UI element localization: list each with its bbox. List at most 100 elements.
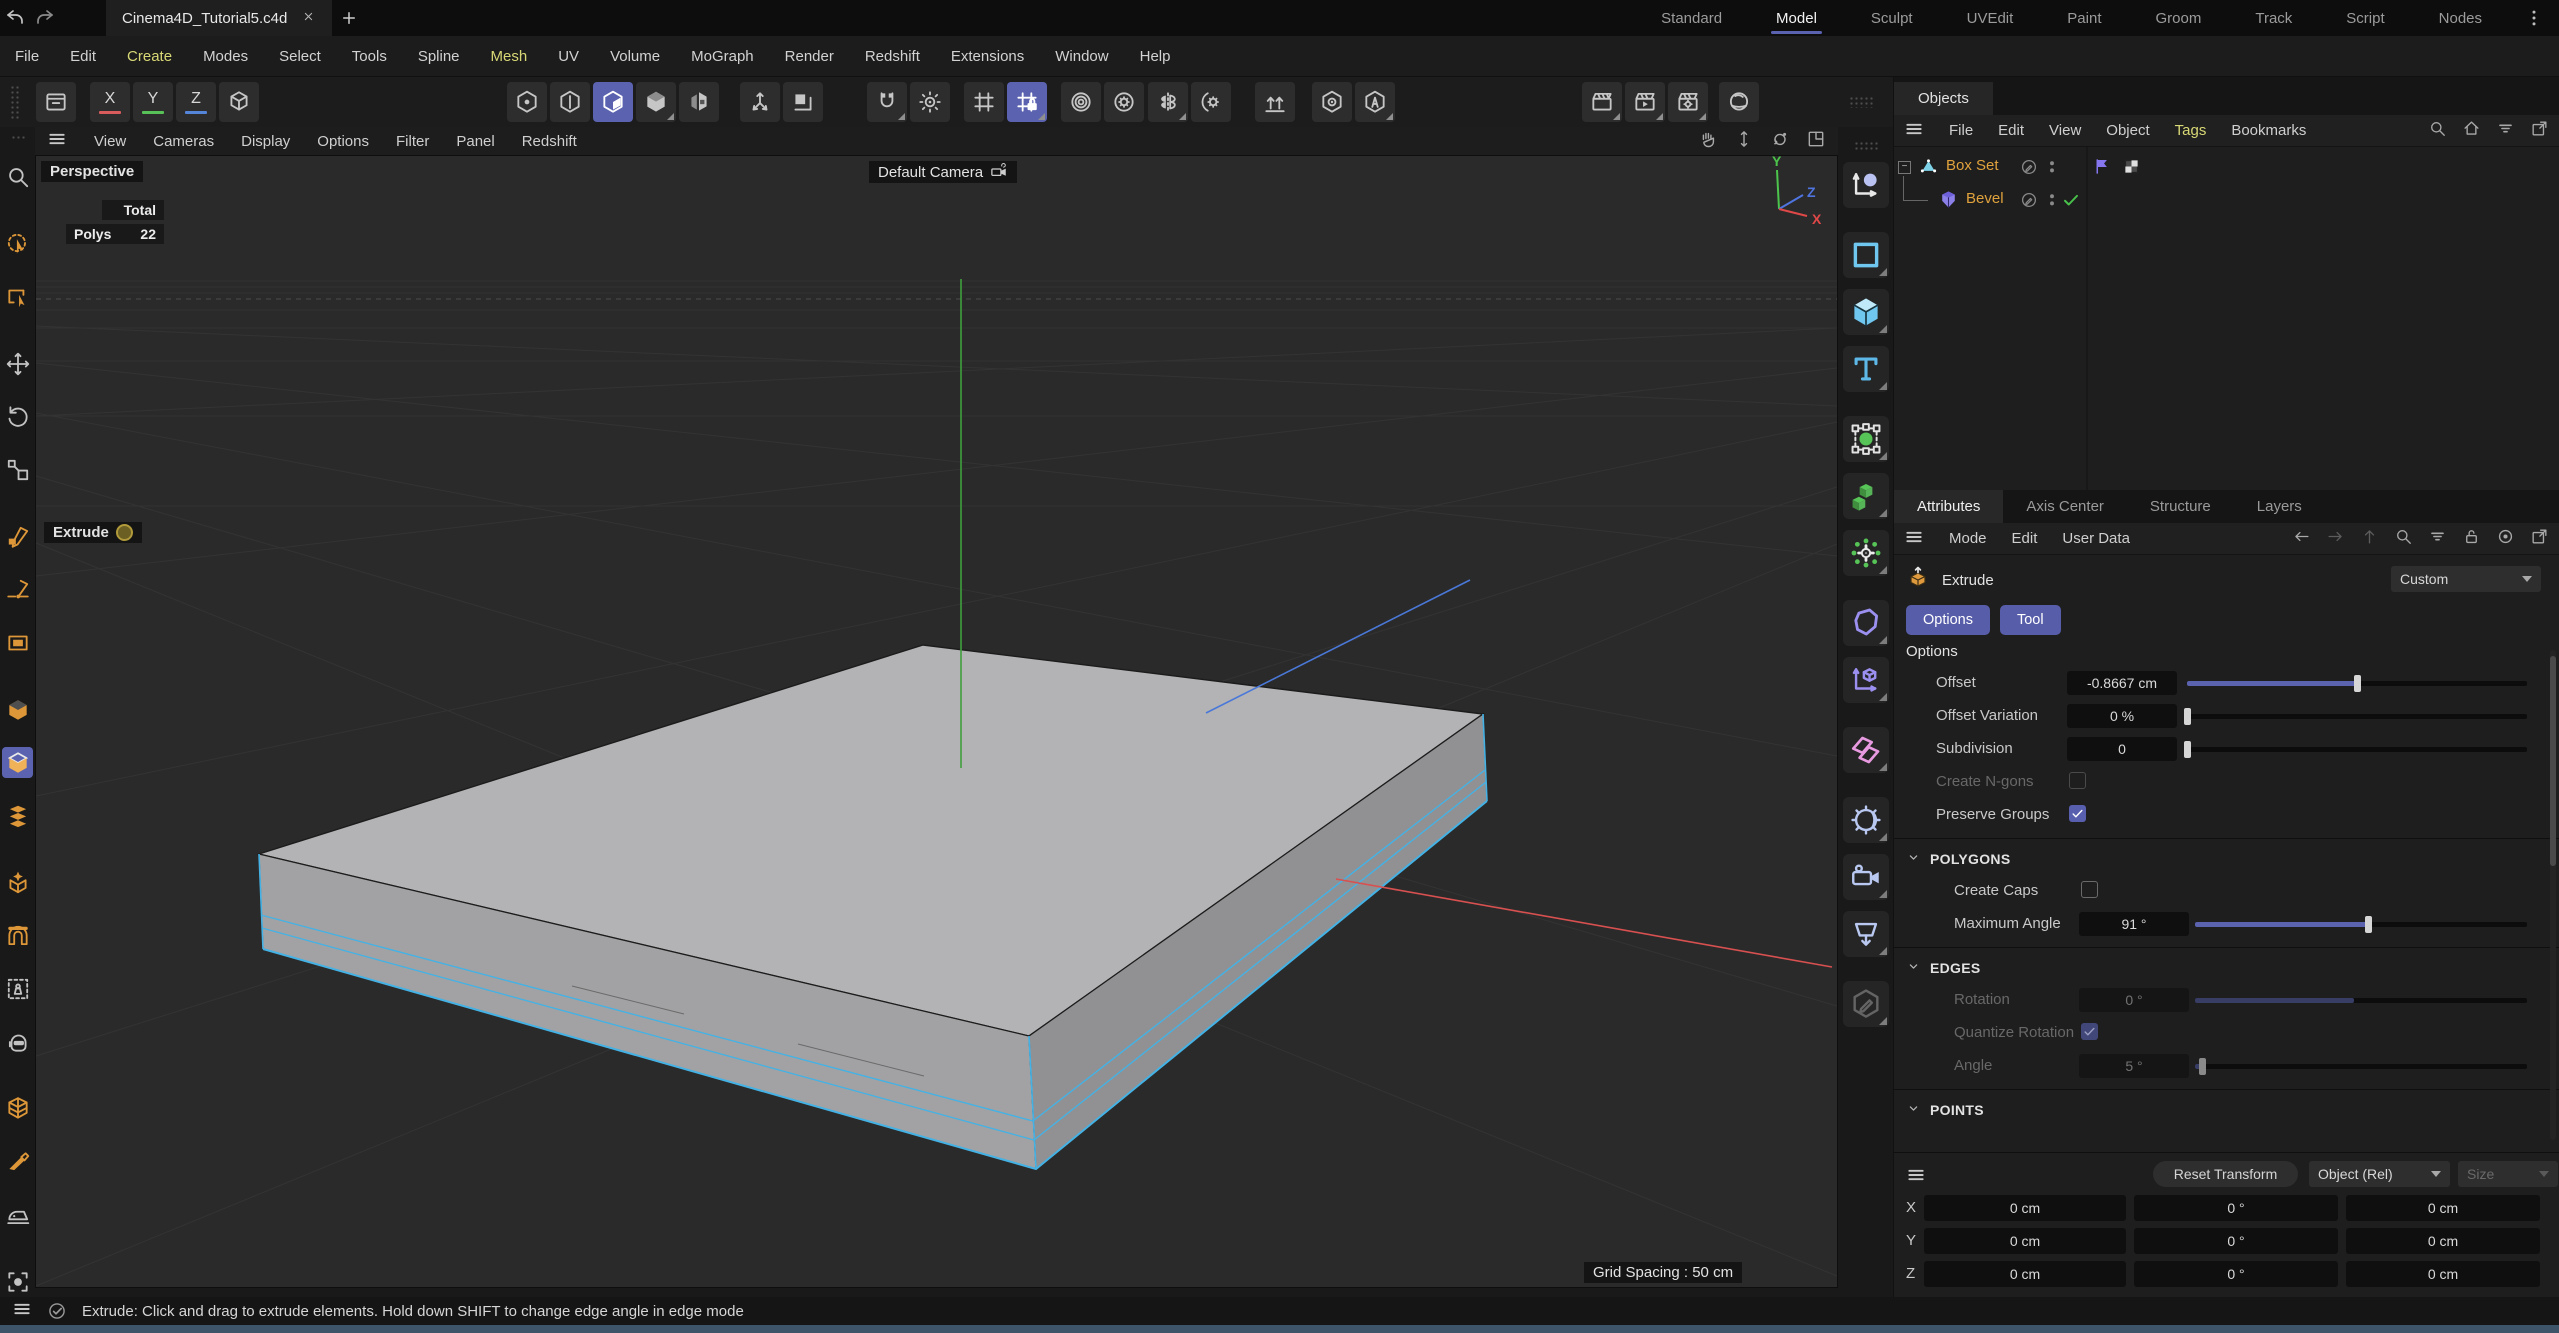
coord-field[interactable]: 0 cm <box>1924 1195 2126 1221</box>
material-manager-button[interactable] <box>1719 82 1759 122</box>
falloff-settings-button[interactable] <box>1104 82 1144 122</box>
mode-button-options[interactable]: Options <box>1906 605 1990 635</box>
param-value-field[interactable]: 0 ° <box>2079 988 2189 1012</box>
right-palette-grip[interactable] <box>1854 141 1878 151</box>
objects-home-icon[interactable] <box>2462 119 2481 142</box>
generator-check-icon[interactable] <box>2062 191 2080 213</box>
viewport-canvas[interactable]: Y Z X Perspective Default Camera Total P… <box>35 155 1838 1288</box>
layout-tab-nodes[interactable]: Nodes <box>2412 0 2509 36</box>
menu-edit[interactable]: Edit <box>70 48 96 65</box>
objects-menu-view[interactable]: View <box>2049 122 2081 139</box>
deformers-button[interactable] <box>1843 600 1889 646</box>
objects-menu-object[interactable]: Object <box>2106 122 2149 139</box>
close-tab-icon[interactable] <box>301 9 316 28</box>
slider-handle[interactable] <box>2365 916 2372 933</box>
param-slider[interactable] <box>2195 1064 2527 1069</box>
volume-builder-button[interactable] <box>1843 473 1889 519</box>
history-back-icon[interactable] <box>2292 527 2311 550</box>
layout-overflow-icon[interactable] <box>2517 1 2551 35</box>
coord-field[interactable]: 0 cm <box>2346 1228 2540 1254</box>
attr-menu-mode[interactable]: Mode <box>1949 530 1987 547</box>
param-slider[interactable] <box>2195 922 2527 927</box>
toolbar-end-grip[interactable] <box>1849 96 1875 108</box>
menu-file[interactable]: File <box>15 48 39 65</box>
viewport-updown-icon[interactable] <box>1734 129 1754 153</box>
menu-help[interactable]: Help <box>1140 48 1171 65</box>
move-tool-button[interactable] <box>2 348 33 379</box>
param-value-field[interactable]: -0.8667 cm <box>2067 671 2177 695</box>
attr-lock-icon[interactable] <box>2462 527 2481 550</box>
polygon-pen-button[interactable] <box>2 521 33 552</box>
attr-filter-icon[interactable] <box>2428 527 2447 550</box>
menu-extensions[interactable]: Extensions <box>951 48 1024 65</box>
coord-field[interactable]: 0 cm <box>1924 1228 2126 1254</box>
enable-toggle-icon[interactable] <box>2020 191 2038 213</box>
toolbar-grip[interactable] <box>10 85 20 119</box>
layout-tab-track[interactable]: Track <box>2228 0 2319 36</box>
lock-x-axis-button[interactable]: X <box>90 82 130 122</box>
knife-tool-button[interactable] <box>2 1146 33 1177</box>
mograph-cloner-button[interactable] <box>1843 727 1889 773</box>
left-palette-grip[interactable] <box>11 135 25 139</box>
extrude-tool-button[interactable] <box>2 694 33 725</box>
param-slider[interactable] <box>2187 681 2527 686</box>
layout-tab-groom[interactable]: Groom <box>2129 0 2229 36</box>
lock-z-axis-button[interactable]: Z <box>176 82 216 122</box>
commander-button[interactable] <box>2 161 33 192</box>
object-label[interactable]: Box Set <box>1946 157 1999 174</box>
slider-handle[interactable] <box>2184 708 2191 725</box>
annotate-button[interactable] <box>1843 981 1889 1027</box>
objects-menu-tags[interactable]: Tags <box>2175 122 2207 139</box>
live-selection-button[interactable] <box>2 228 33 259</box>
menu-mesh[interactable]: Mesh <box>491 48 528 65</box>
camera-icon[interactable] <box>990 163 1008 181</box>
axis-modify-button[interactable] <box>219 82 259 122</box>
bridge-tool-button[interactable] <box>2 920 33 951</box>
viewport-maximize-icon[interactable] <box>1806 129 1826 153</box>
coord-field[interactable]: 0 cm <box>2346 1195 2540 1221</box>
coordinate-mode-dropdown[interactable]: Object (Rel) <box>2309 1161 2450 1187</box>
param-checkbox[interactable] <box>2069 805 2086 822</box>
attr-popout-icon[interactable] <box>2530 527 2549 550</box>
rectangle-selection-button[interactable] <box>2 281 33 312</box>
viewport-menu-cameras[interactable]: Cameras <box>153 133 214 150</box>
menu-redshift[interactable]: Redshift <box>865 48 920 65</box>
objects-popout-icon[interactable] <box>2530 119 2549 142</box>
section-header-options[interactable]: Options <box>1894 635 2559 667</box>
slider-handle[interactable] <box>2184 741 2191 758</box>
quantize-lock-button[interactable] <box>1007 82 1047 122</box>
section-header-polygons[interactable]: POLYGONS <box>1894 843 2559 875</box>
menu-volume[interactable]: Volume <box>610 48 660 65</box>
layout-tab-model[interactable]: Model <box>1749 0 1844 36</box>
param-slider[interactable] <box>2187 714 2527 719</box>
polygon-groups-button[interactable] <box>2 627 33 658</box>
falloff-button[interactable] <box>1061 82 1101 122</box>
extrude-inner-tool-button[interactable] <box>2 747 33 778</box>
frame-selection-button[interactable] <box>2 1266 33 1297</box>
rotate-tool-button[interactable] <box>2 401 33 432</box>
attr-track-icon[interactable] <box>2496 527 2515 550</box>
attr-tab-attributes[interactable]: Attributes <box>1894 490 2003 523</box>
menu-render[interactable]: Render <box>785 48 834 65</box>
param-value-field[interactable]: 91 ° <box>2079 912 2189 936</box>
projection-label[interactable]: Perspective <box>41 161 143 182</box>
document-tab[interactable]: Cinema4D_Tutorial5.c4d <box>106 0 332 36</box>
redo-icon[interactable] <box>30 3 60 33</box>
menu-mograph[interactable]: MoGraph <box>691 48 754 65</box>
render-settings-button[interactable] <box>1668 82 1708 122</box>
text-primitives-button[interactable] <box>1843 346 1889 392</box>
edges-mode-button[interactable] <box>550 82 590 122</box>
points-mode-button[interactable] <box>507 82 547 122</box>
attr-menu-user-data[interactable]: User Data <box>2062 530 2130 547</box>
lights-button[interactable] <box>1843 797 1889 843</box>
tool-widget-icon[interactable] <box>116 524 133 541</box>
object-label[interactable]: Bevel <box>1966 190 2004 207</box>
spline-primitives-button[interactable] <box>1843 232 1889 278</box>
size-dropdown[interactable]: Size <box>2458 1161 2558 1187</box>
navigation-tool-button[interactable] <box>1843 162 1889 208</box>
coord-field[interactable]: 0 ° <box>2134 1261 2338 1287</box>
simulation-button[interactable] <box>1843 530 1889 576</box>
subdivide-button[interactable] <box>2 1093 33 1124</box>
viewport-hand-icon[interactable] <box>1698 129 1718 153</box>
render-picture-viewer-button[interactable] <box>1625 82 1665 122</box>
